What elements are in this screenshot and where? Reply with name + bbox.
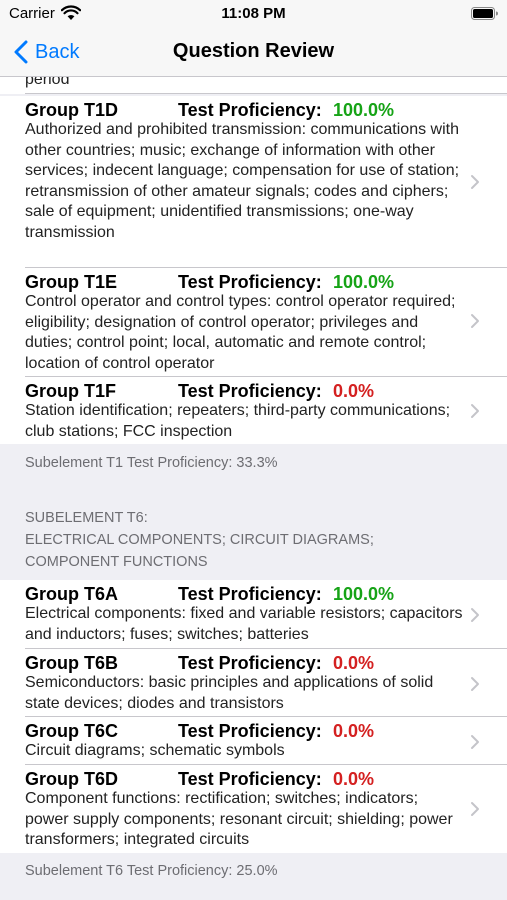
group-name: Group T1D [25, 100, 118, 120]
proficiency-value: 0.0% [333, 769, 375, 789]
proficiency-label: Test Proficiency: [178, 769, 322, 789]
group-description: Authorized and prohibited transmission: … [25, 121, 460, 241]
group-name: Group T1F [25, 381, 116, 401]
navigation-bar: Back Question Review [0, 28, 507, 77]
chevron-right-icon [471, 677, 479, 691]
proficiency-value: 100.0% [333, 272, 395, 292]
proficiency-value: 0.0% [333, 653, 375, 673]
group-name: Group T1E [25, 272, 118, 292]
chevron-right-icon [471, 802, 479, 816]
group-description: Circuit diagrams; schematic symbols [25, 742, 285, 759]
group-name: Group T6C [25, 721, 118, 741]
group-row-t6a[interactable]: Group T6A Test Proficiency: 100.0% Elect… [0, 580, 507, 649]
battery-icon [471, 7, 498, 20]
proficiency-label: Test Proficiency: [178, 653, 322, 673]
proficiency-label: Test Proficiency: [178, 721, 322, 741]
section-header-line: SUBELEMENT T6: [25, 510, 148, 526]
group-row-t6b[interactable]: Group T6B Test Proficiency: 0.0% Semicon… [0, 649, 507, 717]
chevron-right-icon [471, 608, 479, 622]
group-name: Group T6B [25, 653, 118, 673]
group-row-t6c[interactable]: Group T6C Test Proficiency: 0.0% Circuit… [0, 717, 507, 765]
proficiency-label: Test Proficiency: [178, 584, 322, 604]
chevron-right-icon [471, 314, 479, 328]
group-name: Group T6D [25, 769, 118, 789]
list-item-partial[interactable]: period [0, 77, 507, 94]
group-description: Station identification; repeaters; third… [25, 402, 451, 440]
subelement-t6-summary: Subelement T6 Test Proficiency: 25.0% [25, 863, 278, 879]
group-row-t6d[interactable]: Group T6D Test Proficiency: 0.0% Compone… [0, 765, 507, 853]
group-description: Control operator and control types: cont… [25, 293, 456, 372]
page-title: Question Review [172, 40, 335, 62]
status-bar: Carrier 11:08 PM [0, 0, 507, 28]
proficiency-value: 0.0% [333, 721, 375, 741]
clock: 11:08 PM [221, 5, 286, 22]
review-list[interactable]: period Group T1D Test Proficiency: 100.0… [0, 77, 507, 900]
group-description: Semiconductors: basic principles and app… [25, 674, 434, 712]
group-row-t1e[interactable]: Group T1E Test Proficiency: 100.0% Contr… [0, 268, 507, 377]
group-row-t1f[interactable]: Group T1F Test Proficiency: 0.0% Station… [0, 377, 507, 444]
group-name: Group T6A [25, 584, 118, 604]
partial-description: period [25, 77, 70, 88]
group-description: Electrical components: fixed and variabl… [25, 605, 463, 643]
proficiency-label: Test Proficiency: [178, 100, 322, 120]
section-header-t6: SUBELEMENT T6: ELECTRICAL COMPONENTS; CI… [25, 507, 374, 573]
chevron-right-icon [471, 175, 479, 189]
proficiency-value: 0.0% [333, 381, 375, 401]
section-header-line: COMPONENT FUNCTIONS [25, 554, 208, 570]
chevron-right-icon [471, 404, 479, 418]
proficiency-value: 100.0% [333, 100, 395, 120]
subelement-t1-summary: Subelement T1 Test Proficiency: 33.3% [25, 455, 278, 471]
proficiency-value: 100.0% [333, 584, 395, 604]
proficiency-label: Test Proficiency: [178, 272, 322, 292]
group-description: Component functions: rectification; swit… [25, 790, 453, 848]
section-header-line: ELECTRICAL COMPONENTS; CIRCUIT DIAGRAMS; [25, 532, 374, 548]
chevron-right-icon [471, 735, 479, 749]
proficiency-label: Test Proficiency: [178, 381, 322, 401]
group-row-t1d[interactable]: Group T1D Test Proficiency: 100.0% Autho… [0, 96, 507, 268]
